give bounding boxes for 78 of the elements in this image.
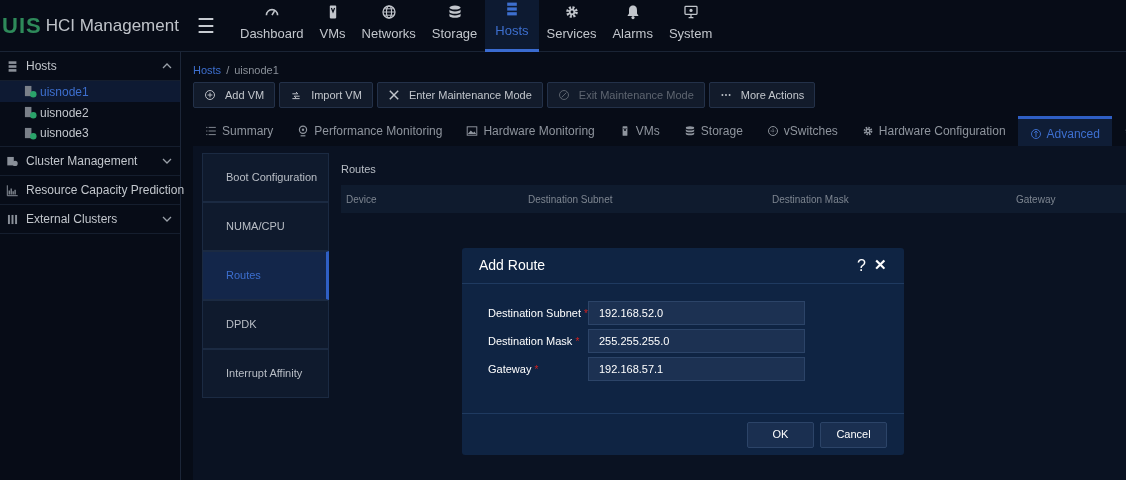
- server-stack-icon: [6, 154, 19, 168]
- toolbar-button[interactable]: Add VM: [193, 82, 276, 108]
- gear-icon: [563, 3, 580, 20]
- tab[interactable]: Advanced: [1017, 116, 1112, 146]
- field-label: Destination Mask: [488, 333, 573, 349]
- import-icon: [290, 89, 303, 101]
- nav-tab[interactable]: VMs: [311, 0, 354, 52]
- server-icon: [6, 59, 19, 73]
- dialog-title: Add Route: [479, 256, 547, 275]
- sidebar-item[interactable]: External Clusters: [0, 205, 180, 234]
- nav-tab[interactable]: Dashboard: [232, 0, 312, 52]
- required-mark: *: [534, 362, 539, 377]
- field-label: Gateway: [488, 361, 532, 377]
- bar-chart-icon: [6, 183, 19, 197]
- tree-item[interactable]: uisnode3: [0, 123, 180, 147]
- expand-icon[interactable]: [162, 216, 172, 222]
- list-icon: [205, 125, 217, 137]
- nav-tab[interactable]: Networks: [353, 0, 424, 52]
- cancel-icon: [557, 89, 570, 101]
- columns-icon: [6, 212, 19, 226]
- required-mark: *: [583, 306, 588, 321]
- pin-icon: [297, 125, 310, 137]
- column-header: Gateway: [1015, 192, 1057, 207]
- tab[interactable]: Hardware Monitoring: [454, 116, 607, 146]
- side-menu-item[interactable]: DPDK: [202, 300, 329, 349]
- tab[interactable]: Summary: [193, 116, 286, 146]
- tools-icon: [387, 89, 400, 101]
- breadcrumb-link[interactable]: Hosts: [193, 61, 222, 79]
- monitor-icon: [682, 3, 699, 20]
- section-title: Routes: [341, 161, 377, 177]
- advanced-icon: [1029, 127, 1042, 140]
- nav-tab[interactable]: Services: [538, 0, 605, 52]
- side-menu-item[interactable]: NUMA/CPU: [202, 202, 329, 251]
- database-icon: [446, 3, 463, 20]
- column-header: Destination Subnet: [527, 192, 614, 207]
- column-header: Destination Mask: [771, 192, 850, 207]
- host-status-icon: [24, 106, 37, 119]
- tab[interactable]: vSwitches: [754, 116, 850, 146]
- field-label: Destination Subnet: [488, 305, 581, 321]
- input-field[interactable]: 255.255.255.0: [588, 329, 805, 353]
- toolbar-button[interactable]: Import VM: [279, 82, 373, 108]
- side-menu-item[interactable]: Interrupt Affinity: [202, 349, 329, 398]
- nav-tab[interactable]: Alarms: [604, 0, 661, 52]
- ok-button[interactable]: OK: [747, 421, 814, 448]
- globe-icon: [380, 3, 397, 20]
- nav-tab[interactable]: Hosts: [485, 0, 539, 52]
- switch-icon: [766, 125, 779, 137]
- nav-tab[interactable]: System: [660, 0, 721, 52]
- database-icon: [683, 125, 696, 137]
- side-menu-item[interactable]: Boot Configuration: [202, 153, 329, 202]
- host-status-icon: [24, 126, 37, 140]
- required-mark: *: [575, 334, 580, 349]
- toolbar-button[interactable]: Enter Maintenance Mode: [376, 82, 543, 108]
- nav-tab[interactable]: Storage: [423, 0, 486, 52]
- sidebar-item[interactable]: Cluster Management: [0, 147, 180, 176]
- column-header: Device: [345, 192, 378, 207]
- expand-icon[interactable]: [162, 158, 172, 164]
- app-title: HCI Management: [45, 14, 179, 37]
- tab[interactable]: Storage: [671, 116, 755, 146]
- logo: UIS: [2, 12, 42, 40]
- input-field[interactable]: 192.168.57.1: [588, 357, 805, 381]
- tree-item[interactable]: uisnode2: [0, 102, 180, 123]
- gear-icon: [861, 125, 874, 137]
- breadcrumb-separator: /: [226, 62, 230, 78]
- tab[interactable]: Hardware Configuration: [849, 116, 1018, 146]
- image-icon: [466, 125, 479, 137]
- host-status-icon: [24, 85, 37, 98]
- breadcrumb-current: uisnode1: [234, 62, 279, 78]
- toolbar-button[interactable]: More Actions: [708, 82, 816, 108]
- collapse-icon[interactable]: [162, 63, 172, 69]
- input-field[interactable]: 192.168.52.0: [588, 301, 805, 325]
- close-button[interactable]: ✕: [874, 254, 887, 277]
- cancel-button[interactable]: Cancel: [820, 421, 887, 448]
- tree-item[interactable]: uisnode1: [0, 81, 180, 102]
- help-button[interactable]: ?: [857, 253, 866, 278]
- tab[interactable]: Performance Monitoring: [285, 116, 455, 146]
- tab[interactable]: VMs: [606, 116, 672, 146]
- add-icon: [204, 89, 216, 101]
